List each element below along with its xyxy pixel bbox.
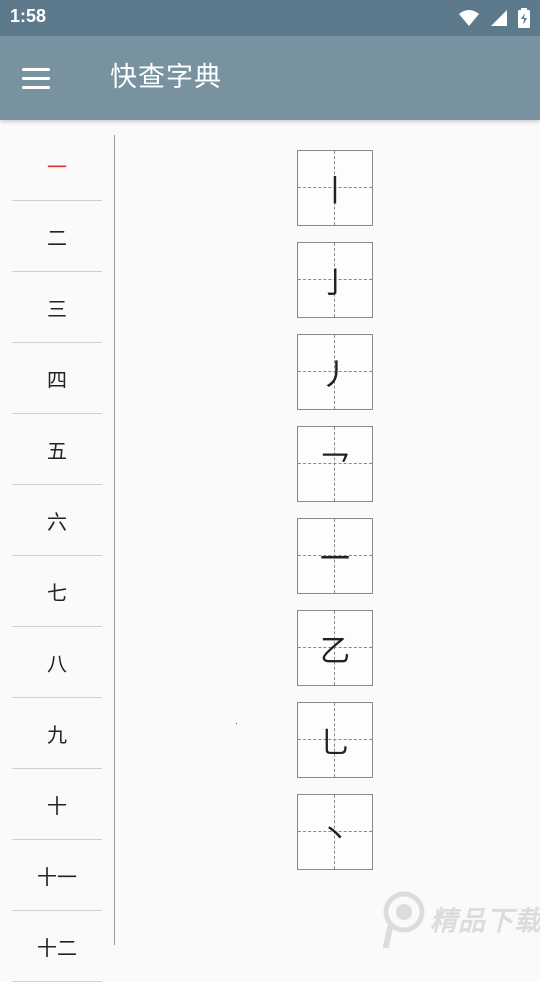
stroke-character: 乙 <box>320 634 350 669</box>
sidebar-item-label: 八 <box>47 651 67 676</box>
watermark-text: 精品下载 <box>430 905 540 937</box>
stroke-character: 亅 <box>320 266 350 301</box>
sidebar-item-stroke-count[interactable]: 七 <box>12 556 102 627</box>
page-title: 快查字典 <box>110 62 222 93</box>
stroke-character: 丨 <box>320 174 350 209</box>
sidebar-item-label: 一 <box>47 154 67 179</box>
status-time: 1:58 <box>10 6 47 26</box>
sidebar-item-stroke-count[interactable]: 二 <box>12 201 102 272</box>
sidebar-item-stroke-count[interactable]: 八 <box>12 627 102 698</box>
sidebar-item-stroke-count[interactable]: 十一 <box>12 840 102 911</box>
stroke-character: 乛 <box>320 450 350 485</box>
stray-dot <box>236 723 237 724</box>
stroke-grid-cell[interactable]: 亅 <box>297 242 373 318</box>
sidebar-item-label: 五 <box>47 438 67 463</box>
stroke-character: 乚 <box>320 726 350 761</box>
sidebar-item-stroke-count[interactable]: 五 <box>12 414 102 485</box>
stroke-grid-cell[interactable]: 乙 <box>297 610 373 686</box>
stroke-grid-cell[interactable]: 乛 <box>297 426 373 502</box>
sidebar-item-stroke-count[interactable]: 九 <box>12 698 102 769</box>
sidebar-item-stroke-count[interactable]: 四 <box>12 343 102 414</box>
sidebar-item-label: 二 <box>47 225 67 250</box>
stroke-grid-cell[interactable]: 丿 <box>297 334 373 410</box>
stroke-grid-cell[interactable]: 一 <box>297 518 373 594</box>
stroke-grid-cell[interactable]: 丨 <box>297 150 373 226</box>
status-icons <box>458 8 530 32</box>
stroke-character: 丿 <box>320 358 350 393</box>
sidebar-item-label: 三 <box>47 296 67 321</box>
sidebar-item-label: 七 <box>47 580 67 605</box>
status-bar: 1:58 <box>0 0 540 36</box>
sidebar-item-label: 六 <box>47 509 67 534</box>
sidebar-item-label: 十二 <box>37 935 77 960</box>
stroke-character: 一 <box>320 542 350 577</box>
sidebar-item-label: 十 <box>47 793 67 818</box>
sidebar-item-stroke-count[interactable]: 一 <box>12 130 102 201</box>
sidebar-item-stroke-count[interactable]: 十 <box>12 769 102 840</box>
sidebar-item-label: 十一 <box>37 864 77 889</box>
stroke-count-sidebar: 一二三四五六七八九十十一十二 <box>12 130 102 982</box>
watermark: 精品下载 <box>382 880 540 956</box>
stroke-character: 丶 <box>320 818 350 853</box>
battery-icon <box>518 8 530 32</box>
sidebar-item-stroke-count[interactable]: 十二 <box>12 911 102 982</box>
sidebar-item-stroke-count[interactable]: 三 <box>12 272 102 343</box>
app-bar: 快查字典 <box>0 36 540 120</box>
wifi-icon <box>458 9 480 31</box>
sidebar-item-label: 四 <box>47 367 67 392</box>
sidebar-divider <box>114 135 115 945</box>
sidebar-item-stroke-count[interactable]: 六 <box>12 485 102 556</box>
menu-icon[interactable] <box>22 58 62 98</box>
stroke-grid-cell[interactable]: 丶 <box>297 794 373 870</box>
stroke-grid-cell[interactable]: 乚 <box>297 702 373 778</box>
stroke-grid-list: 丨亅丿乛一乙乚丶 <box>297 150 373 886</box>
sidebar-item-label: 九 <box>47 722 67 747</box>
signal-icon <box>490 9 508 31</box>
watermark-logo-icon <box>383 891 425 948</box>
